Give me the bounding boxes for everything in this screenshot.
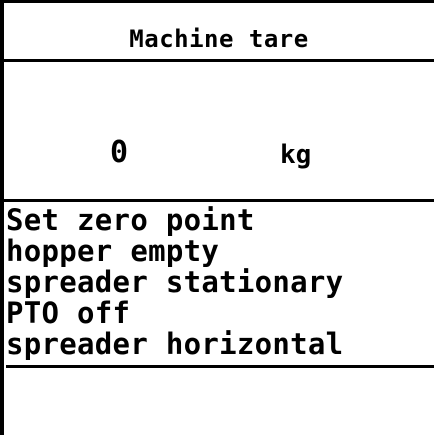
instruction-line: Set zero point	[6, 205, 255, 236]
tare-value: 0	[110, 135, 129, 170]
instruction-line: spreader stationary	[6, 267, 344, 298]
footer-area	[4, 368, 434, 435]
terminal-screen: Machine tare 0 kg Set zero point hopper …	[0, 0, 434, 435]
tare-value-area: 0 kg	[4, 62, 434, 202]
screen-header: Machine tare	[4, 3, 434, 62]
tare-unit: kg	[280, 140, 312, 170]
instruction-line: hopper empty	[6, 236, 220, 267]
page-title: Machine tare	[129, 25, 309, 53]
instruction-line: spreader horizontal	[6, 329, 344, 360]
instruction-line: PTO off	[6, 298, 131, 329]
instruction-list: Set zero point hopper empty spreader sta…	[6, 205, 434, 368]
